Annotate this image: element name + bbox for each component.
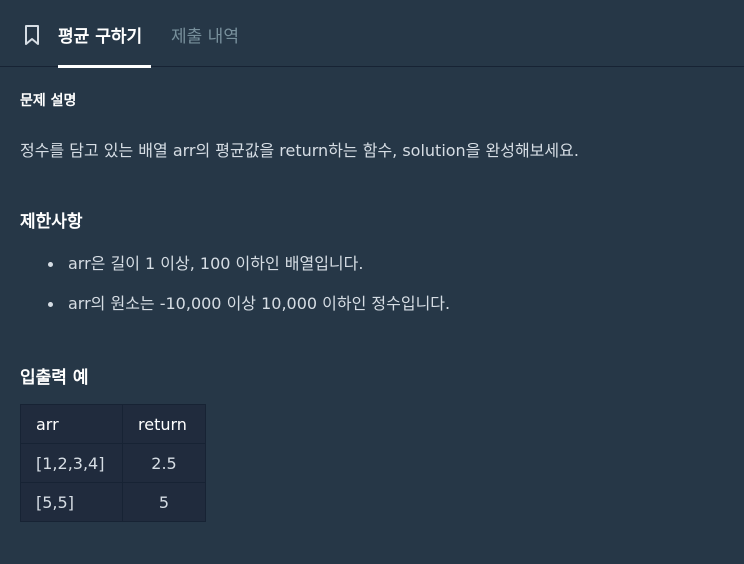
table-row: [5,5] 5 xyxy=(20,482,206,522)
limits-item-text: arr의 원소는 -10,000 이상 10,000 이하인 정수입니다. xyxy=(68,294,451,313)
bullet-dot xyxy=(48,262,53,267)
tab-problem[interactable]: 평균 구하기 xyxy=(58,0,151,68)
cell-arr: [5,5] xyxy=(20,482,123,522)
tab-problem-label: 평균 구하기 xyxy=(58,27,143,47)
limits-item: arr은 길이 1 이상, 100 이하인 배열입니다. xyxy=(20,253,450,293)
limits-title: 제한사항 xyxy=(20,212,83,232)
limits-item-text: arr은 길이 1 이상, 100 이하인 배열입니다. xyxy=(68,254,364,273)
cell-arr: [1,2,3,4] xyxy=(20,443,123,483)
description-title: 문제 설명 xyxy=(20,93,77,109)
cell-return: 5 xyxy=(122,482,206,522)
problem-page: 평균 구하기 제출 내역 문제 설명 정수를 담고 있는 배열 arr의 평균값… xyxy=(0,0,744,564)
bullet-dot xyxy=(48,302,53,307)
table-header-row: arr return xyxy=(20,404,206,444)
io-example-table: arr return [1,2,3,4] 2.5 [5,5] 5 xyxy=(20,404,206,522)
description-text: 정수를 담고 있는 배열 arr의 평균값을 return하는 함수, solu… xyxy=(20,141,579,160)
column-header-arr: arr xyxy=(20,404,123,444)
tab-bar: 평균 구하기 제출 내역 xyxy=(0,0,744,68)
limits-item: arr의 원소는 -10,000 이상 10,000 이하인 정수입니다. xyxy=(20,293,450,333)
tab-submissions[interactable]: 제출 내역 xyxy=(171,22,239,47)
cell-return: 2.5 xyxy=(122,443,206,483)
bookmark-icon[interactable] xyxy=(22,23,42,47)
column-header-return: return xyxy=(122,404,206,444)
table-row: [1,2,3,4] 2.5 xyxy=(20,443,206,483)
io-example-title: 입출력 예 xyxy=(20,368,89,388)
active-tab-indicator xyxy=(58,65,151,68)
limits-list: arr은 길이 1 이상, 100 이하인 배열입니다. arr의 원소는 -1… xyxy=(20,253,450,333)
